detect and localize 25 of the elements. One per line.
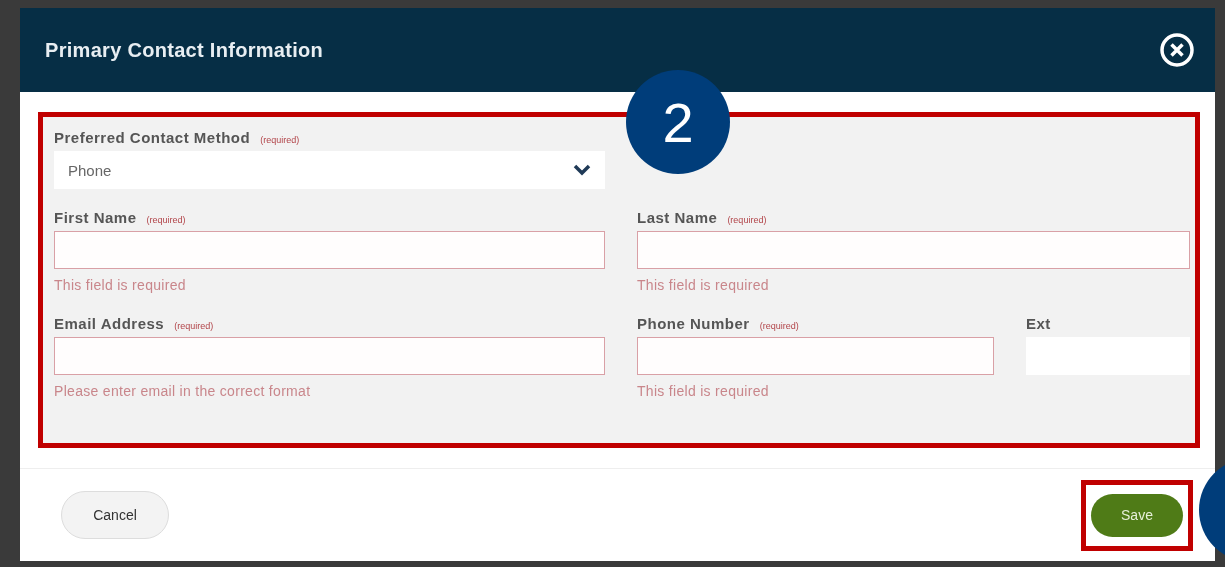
close-icon[interactable]	[1159, 32, 1195, 68]
field-label: Phone Number	[637, 315, 750, 332]
text-field[interactable]	[54, 337, 605, 375]
field-label: Ext	[1026, 315, 1051, 332]
required-note: (required)	[174, 321, 214, 331]
save-button[interactable]: Save	[1091, 493, 1183, 537]
required-note: (required)	[759, 321, 799, 331]
field-label: Preferred Contact Method	[54, 129, 251, 146]
required-note: (required)	[727, 215, 767, 225]
text-field[interactable]	[637, 337, 994, 375]
error-message: Please enter email in the correct format	[54, 383, 311, 399]
text-field[interactable]	[54, 231, 605, 269]
dialog-title: Primary Contact Information	[45, 38, 324, 62]
text-field[interactable]	[637, 231, 1190, 269]
field-label: Email Address	[54, 315, 165, 332]
required-note: (required)	[146, 215, 186, 225]
error-message: This field is required	[637, 277, 769, 293]
field-label: First Name	[54, 209, 137, 226]
required-note: (required)	[260, 135, 300, 145]
error-message: This field is required	[54, 277, 186, 293]
cancel-button[interactable]: Cancel	[61, 491, 169, 539]
field-label: Last Name	[637, 209, 718, 226]
chevron-down-icon	[573, 164, 591, 176]
contact-method-dropdown[interactable]: Phone	[54, 151, 605, 189]
error-message: This field is required	[637, 383, 769, 399]
